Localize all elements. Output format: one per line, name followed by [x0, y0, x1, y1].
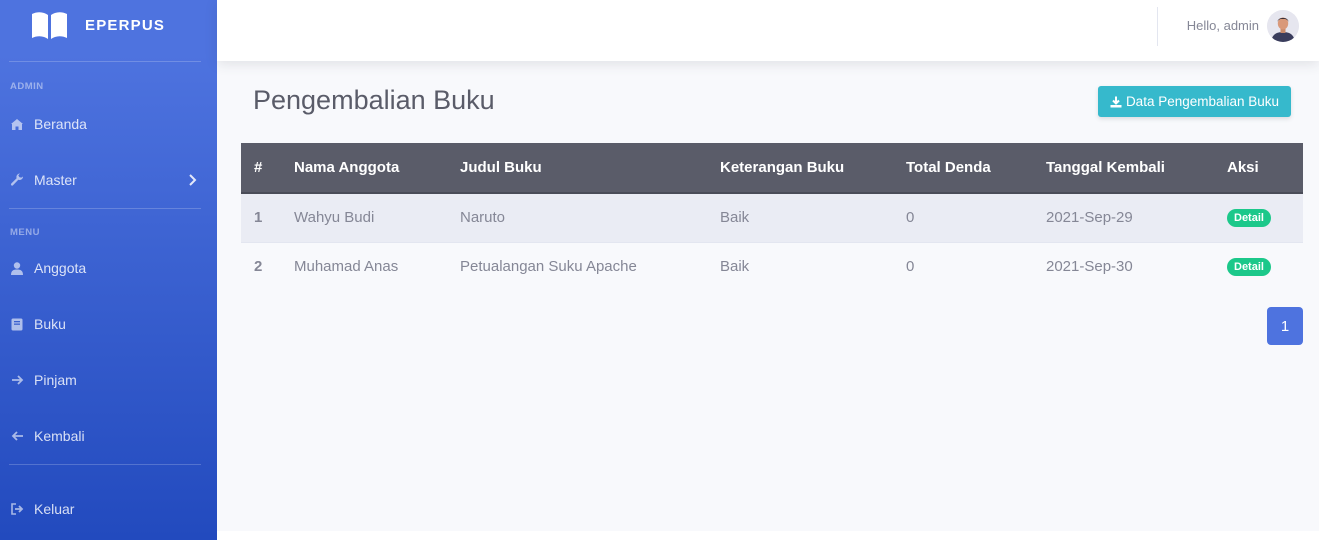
cell-judul-buku: Naruto — [447, 192, 707, 242]
book-icon — [10, 317, 24, 331]
brand[interactable]: EPERPUS — [0, 0, 217, 50]
user-icon — [10, 261, 24, 275]
download-icon — [1110, 96, 1122, 107]
table-row: 1 Wahyu Budi Naruto Baik 0 2021-Sep-29 D… — [241, 192, 1303, 242]
sidebar-item-kembali[interactable]: Kembali — [0, 408, 217, 464]
avatar[interactable] — [1267, 10, 1299, 42]
col-header-keterangan-buku[interactable]: Keterangan Buku — [707, 143, 893, 194]
detail-button[interactable]: Detail — [1227, 209, 1271, 228]
sign-out-icon — [10, 502, 24, 516]
sidebar-divider — [9, 464, 201, 465]
export-data-label: Data Pengembalian Buku — [1125, 94, 1280, 109]
open-book-icon — [32, 12, 67, 39]
return-table: # Nama Anggota Judul Buku Keterangan Buk… — [241, 143, 1303, 291]
sidebar-item-keluar[interactable]: Keluar — [0, 481, 217, 537]
home-icon — [10, 117, 24, 131]
user-greeting[interactable]: Hello, admin — [1187, 18, 1259, 33]
sidebar-item-label: Kembali — [34, 428, 85, 444]
col-header-judul-buku[interactable]: Judul Buku — [447, 143, 707, 194]
table-row: 2 Muhamad Anas Petualangan Suku Apache B… — [241, 241, 1303, 291]
cell-total-denda: 0 — [893, 241, 1033, 291]
topbar-divider — [1157, 7, 1158, 46]
col-header-number[interactable]: # — [241, 143, 281, 194]
cell-keterangan-buku: Baik — [707, 192, 893, 242]
page-title: Pengembalian Buku — [253, 85, 495, 115]
sidebar-item-label: Keluar — [34, 501, 75, 517]
arrow-right-icon — [10, 373, 24, 387]
sidebar-item-anggota[interactable]: Anggota — [0, 240, 217, 296]
cell-keterangan-buku: Baik — [707, 241, 893, 291]
col-header-aksi[interactable]: Aksi — [1214, 143, 1303, 194]
arrow-left-icon — [10, 429, 24, 443]
sidebar-item-beranda[interactable]: Beranda — [0, 96, 217, 152]
user-avatar-icon — [1267, 10, 1299, 42]
sidebar-item-label: Anggota — [34, 260, 87, 276]
cell-number: 2 — [241, 241, 281, 291]
cell-aksi: Detail — [1214, 241, 1303, 291]
sidebar-item-label: Pinjam — [34, 372, 77, 388]
pagination-page-button[interactable]: 1 — [1267, 307, 1303, 345]
sidebar-item-label: Buku — [34, 316, 66, 332]
sidebar-item-label: Beranda — [34, 116, 87, 132]
main-content: Pengembalian Buku Data Pengembalian Buku… — [217, 61, 1319, 531]
brand-name: EPERPUS — [85, 16, 166, 34]
detail-button[interactable]: Detail — [1227, 258, 1271, 277]
sidebar-item-buku[interactable]: Buku — [0, 296, 217, 352]
sidebar-heading-menu: MENU — [10, 227, 40, 238]
sidebar-heading-admin: ADMIN — [10, 81, 44, 92]
cell-nama-anggota: Muhamad Anas — [281, 241, 447, 291]
table-header-row: # Nama Anggota Judul Buku Keterangan Buk… — [241, 143, 1303, 194]
cell-judul-buku: Petualangan Suku Apache — [447, 241, 707, 291]
topbar: Hello, admin — [217, 0, 1319, 61]
sidebar-item-master[interactable]: Master — [0, 152, 217, 208]
chevron-right-icon — [189, 174, 197, 186]
cell-nama-anggota: Wahyu Budi — [281, 192, 447, 242]
col-header-tanggal-kembali[interactable]: Tanggal Kembali — [1033, 143, 1214, 194]
sidebar-divider — [9, 61, 201, 62]
cell-total-denda: 0 — [893, 192, 1033, 242]
cell-number: 1 — [241, 192, 281, 242]
sidebar: EPERPUS ADMIN Beranda Master MENU Anggot… — [0, 0, 217, 540]
cell-tanggal-kembali: 2021-Sep-29 — [1033, 192, 1214, 242]
export-data-button[interactable]: Data Pengembalian Buku — [1098, 86, 1291, 117]
sidebar-divider — [9, 208, 201, 209]
cell-aksi: Detail — [1214, 192, 1303, 242]
sidebar-item-pinjam[interactable]: Pinjam — [0, 352, 217, 408]
cell-tanggal-kembali: 2021-Sep-30 — [1033, 241, 1214, 291]
col-header-nama-anggota[interactable]: Nama Anggota — [281, 143, 447, 194]
col-header-total-denda[interactable]: Total Denda — [893, 143, 1033, 194]
wrench-icon — [10, 173, 24, 187]
sidebar-item-label: Master — [34, 172, 77, 188]
